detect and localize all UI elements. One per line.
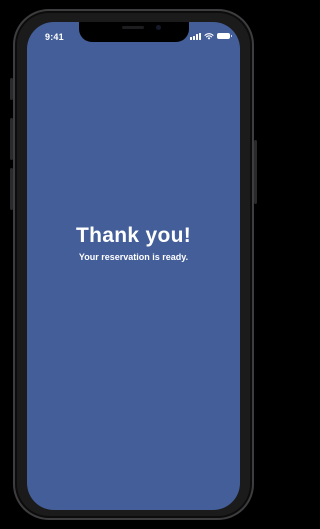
speaker-grille xyxy=(122,26,144,29)
phone-screen: 9:41 Thank you! Your reservation is read… xyxy=(27,22,240,510)
status-time: 9:41 xyxy=(45,32,64,42)
status-icons xyxy=(190,32,232,40)
notch xyxy=(79,22,189,42)
battery-icon xyxy=(217,33,232,39)
wifi-icon xyxy=(204,33,214,40)
confirmation-message: Your reservation is ready. xyxy=(78,252,189,262)
confirmation-title: Thank you! xyxy=(75,224,191,247)
confirmation-content: Thank you! Your reservation is ready. xyxy=(27,224,240,263)
front-camera xyxy=(156,25,161,30)
signal-icon xyxy=(190,33,201,40)
status-bar: 9:41 xyxy=(27,22,240,48)
power-button xyxy=(254,140,257,204)
